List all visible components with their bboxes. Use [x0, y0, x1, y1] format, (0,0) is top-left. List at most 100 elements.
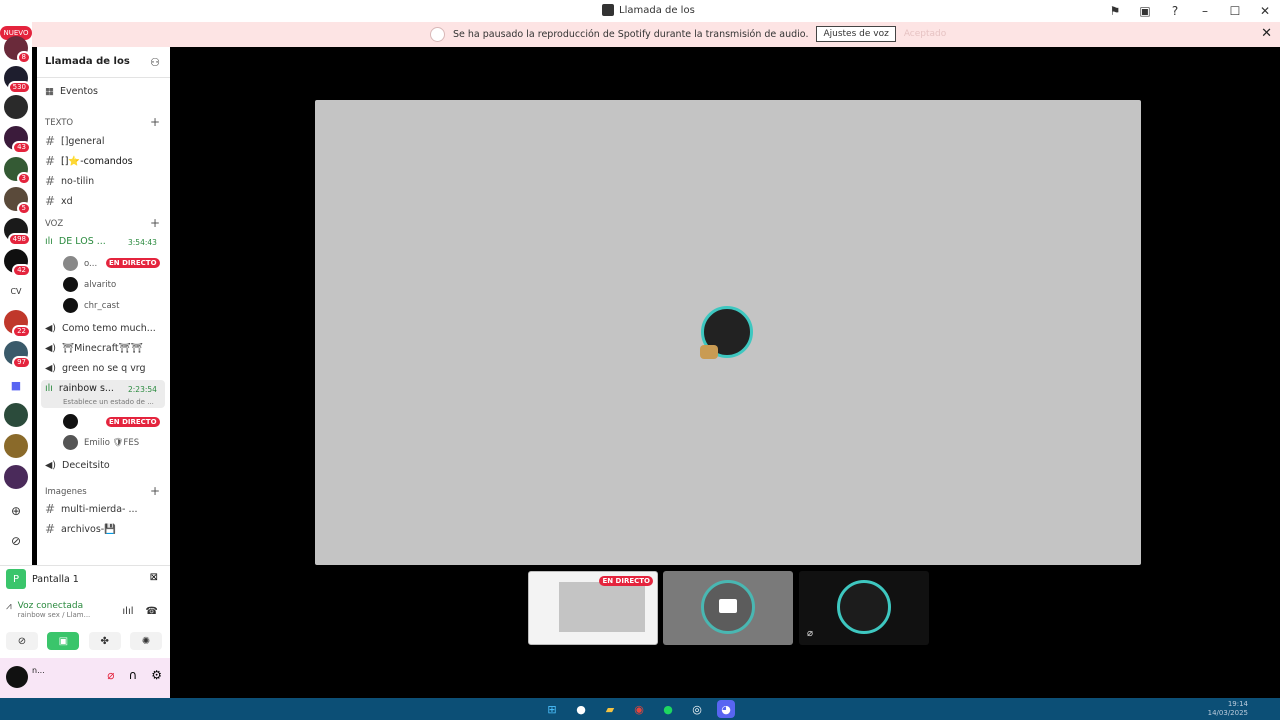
server-icon[interactable]: 530: [4, 66, 31, 94]
voice-active-icon: ılı: [45, 236, 53, 247]
voice-status[interactable]: Voz conectada: [18, 601, 91, 611]
channel-item[interactable]: # archivos-💾: [45, 522, 116, 536]
voice-user[interactable]: Emilio 🛡FES: [63, 435, 139, 450]
title-controls: ⚑ ▣ ? – ☐ ✕: [1100, 0, 1280, 22]
file-explorer-icon[interactable]: ▰: [601, 700, 619, 718]
discord-icon[interactable]: ◕: [717, 700, 735, 718]
headphones-icon[interactable]: ∩: [128, 668, 137, 682]
minimize-button[interactable]: –: [1190, 0, 1220, 22]
voice-channel[interactable]: ◀) Deceitsito: [45, 460, 110, 471]
folder-icon[interactable]: ■: [4, 373, 28, 397]
spotify-icon: [430, 26, 445, 42]
user-name[interactable]: n...: [32, 666, 45, 675]
disconnect-icon[interactable]: ☎: [146, 606, 158, 617]
server-icon[interactable]: [4, 434, 28, 458]
add-channel-icon[interactable]: +: [150, 115, 160, 129]
server-icon[interactable]: 5: [4, 187, 31, 215]
unread-badge: 22: [12, 325, 31, 338]
maximize-button[interactable]: ☐: [1220, 0, 1250, 22]
participant-tile[interactable]: ⌀: [799, 571, 929, 645]
server-icon[interactable]: [4, 465, 28, 489]
soundboard-button[interactable]: ✺: [129, 632, 162, 650]
activities-button[interactable]: ✤: [88, 632, 121, 650]
voice-channel-active[interactable]: ılı rainbow s...: [45, 383, 114, 394]
voice-user[interactable]: o...: [63, 256, 97, 271]
server-cv[interactable]: CV: [4, 279, 28, 303]
server-icon[interactable]: 8: [4, 36, 31, 64]
server-icon[interactable]: 42: [4, 249, 31, 277]
channel-item[interactable]: # []⭐-comandos: [45, 154, 133, 168]
voice-channel-label: Como temo much...: [62, 323, 156, 334]
mute-icon[interactable]: ⌀: [107, 668, 114, 682]
stream-thumbnail: [559, 582, 645, 632]
server-icon[interactable]: 43: [4, 126, 31, 154]
windows-start-icon[interactable]: ⊞: [543, 700, 561, 718]
chrome-icon[interactable]: ◉: [630, 700, 648, 718]
help-icon[interactable]: ?: [1160, 0, 1190, 22]
channel-item[interactable]: # no-tilin: [45, 174, 94, 188]
voice-user[interactable]: chr_cast: [63, 298, 119, 313]
settings-gear-icon[interactable]: ⚙: [151, 668, 162, 682]
channel-item[interactable]: # []general: [45, 134, 105, 148]
add-channel-icon[interactable]: +: [150, 484, 160, 498]
voice-settings-button[interactable]: Ajustes de voz: [816, 26, 896, 42]
notice-link[interactable]: Aceptado: [904, 29, 946, 39]
camera-off-button[interactable]: ⊘: [6, 632, 38, 650]
channel-item[interactable]: # multi-mierda- ...: [45, 502, 138, 516]
channel-status[interactable]: Establece un estado de ...: [63, 398, 154, 406]
taskbar: ⊞ ● ▰ ◉ ● ◎ ◕ 19:14 14/03/2025: [0, 698, 1280, 720]
voice-channel-label: rainbow s...: [58, 383, 114, 394]
hash-icon: #: [45, 502, 56, 516]
server-icon[interactable]: 3: [4, 157, 31, 185]
camera-tile[interactable]: [663, 571, 793, 645]
category-voice[interactable]: VOZ: [45, 219, 63, 229]
voice-sub[interactable]: rainbow sex / Llam...: [18, 611, 91, 619]
server-icon[interactable]: 498: [4, 218, 31, 246]
server-icon[interactable]: [4, 95, 28, 119]
events-item[interactable]: ▦ Eventos: [45, 86, 98, 97]
title-bar: Llamada de los ⚑ ▣ ? – ☐ ✕: [0, 0, 1280, 22]
voice-channel[interactable]: ◀) ⛩Minecraft⛩⛩: [45, 343, 143, 354]
close-window-button[interactable]: ✕: [1250, 0, 1280, 22]
live-badge: EN DIRECTO: [599, 576, 653, 586]
channel-item[interactable]: # xd: [45, 194, 73, 208]
notice-text: Se ha pausado la reproducción de Spotify…: [453, 28, 809, 40]
channel-label: no-tilin: [61, 175, 95, 187]
add-channel-icon[interactable]: +: [150, 216, 160, 230]
invite-icon[interactable]: ⚇: [150, 56, 160, 69]
user-bar: n... ⌀ ∩ ⚙: [0, 658, 170, 698]
voice-channel-label: ⛩Minecraft⛩⛩: [62, 343, 143, 354]
stream-tile[interactable]: EN DIRECTO: [528, 571, 658, 645]
noise-suppression-icon[interactable]: ılıl: [122, 606, 133, 617]
stop-stream-icon[interactable]: ⊠: [150, 572, 158, 583]
category-images[interactable]: Imagenes: [45, 487, 87, 497]
hash-icon: #: [45, 522, 56, 536]
channel-label: []⭐-comandos: [61, 155, 133, 167]
speaker-icon: ◀): [45, 460, 57, 471]
flag-icon[interactable]: ⚑: [1100, 0, 1130, 22]
user-avatar[interactable]: [6, 666, 28, 688]
category-text[interactable]: TEXTO: [45, 118, 73, 128]
voice-channel[interactable]: ◀) Como temo much...: [45, 323, 156, 334]
voice-channel-active[interactable]: ılı DE LOS ...: [45, 236, 106, 247]
server-icon[interactable]: [4, 403, 28, 427]
search-icon[interactable]: ●: [572, 700, 590, 718]
explore-icon[interactable]: ⊘: [4, 529, 28, 553]
server-icon[interactable]: 97: [4, 341, 31, 369]
notice-close-icon[interactable]: ✕: [1261, 26, 1272, 41]
stream-preview[interactable]: P Pantalla 1: [6, 569, 79, 589]
voice-connection: ⩘ Voz conectada rainbow sex / Llam...: [6, 601, 90, 619]
voice-channel[interactable]: ◀) green no se q vrg: [45, 363, 146, 374]
divider: [37, 77, 170, 78]
spotify-icon[interactable]: ●: [659, 700, 677, 718]
obs-icon[interactable]: ◎: [688, 700, 706, 718]
server-name[interactable]: Llamada de los: [45, 56, 130, 67]
add-server-icon[interactable]: ⊕: [4, 499, 28, 523]
server-icon[interactable]: 22: [4, 310, 31, 338]
clock[interactable]: 19:14 14/03/2025: [1208, 700, 1248, 718]
share-screen-button[interactable]: ▣: [47, 632, 80, 650]
unread-badge: 8: [16, 51, 31, 64]
voice-user[interactable]: [63, 414, 84, 429]
voice-user[interactable]: alvarito: [63, 277, 116, 292]
inbox-icon[interactable]: ▣: [1130, 0, 1160, 22]
